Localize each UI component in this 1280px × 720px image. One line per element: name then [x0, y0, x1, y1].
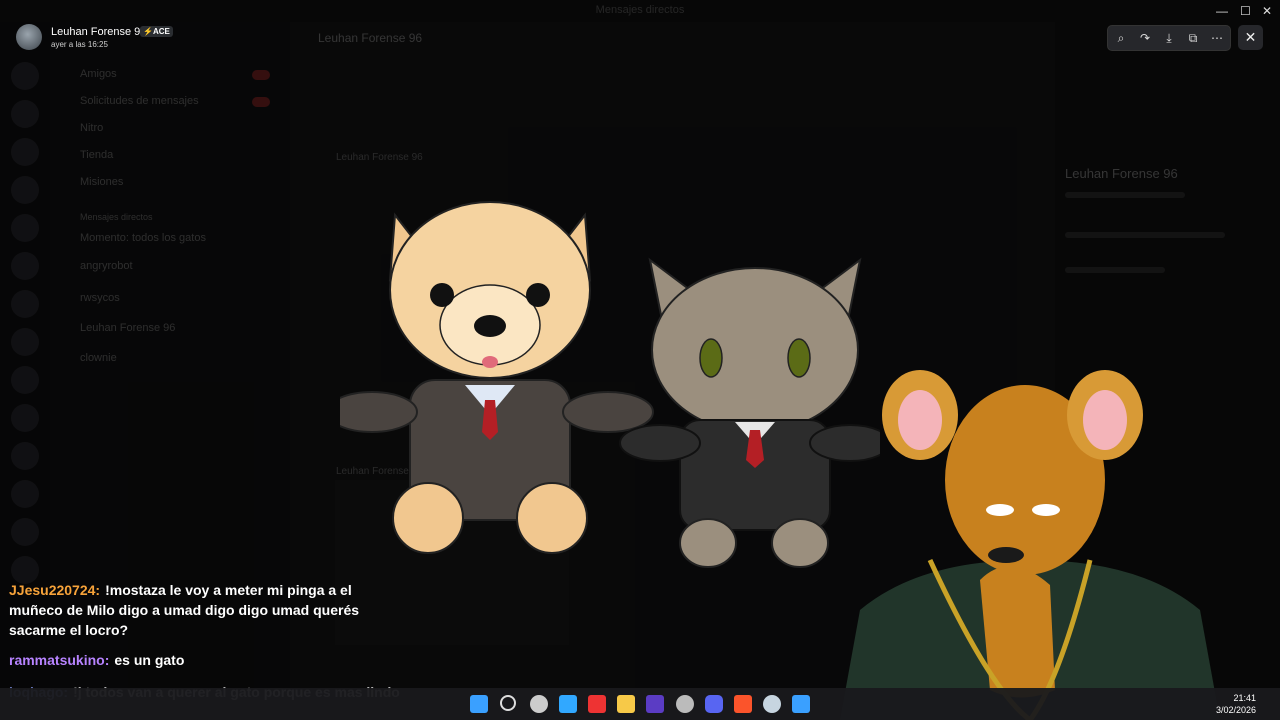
- server-icon[interactable]: [11, 518, 39, 546]
- notification-badge: [252, 70, 270, 80]
- taskbar-clock-time[interactable]: 21:41: [1233, 693, 1256, 703]
- channel-item[interactable]: Amigos: [80, 68, 117, 80]
- taskbar: [0, 688, 1280, 720]
- chat-username: JJesu220724:: [9, 582, 101, 598]
- avatar[interactable]: [16, 24, 42, 50]
- channel-item[interactable]: Solicitudes de mensajes: [80, 95, 199, 107]
- dm-section-header: Mensajes directos: [80, 212, 153, 222]
- server-icon[interactable]: [11, 214, 39, 242]
- background-window-title: Mensajes directos: [595, 4, 685, 16]
- stream-chat: JJesu220724: !mostaza le voy a meter mi p…: [0, 574, 410, 700]
- server-icon[interactable]: [11, 404, 39, 432]
- chat-message: JJesu220724: !mostaza le voy a meter mi p…: [9, 580, 409, 640]
- windows-start-icon[interactable]: [470, 695, 488, 713]
- dm-item[interactable]: clownie: [80, 352, 117, 364]
- window-close-icon[interactable]: ✕: [1262, 4, 1272, 18]
- viewer-timestamp: ayer a las 16:25: [51, 40, 108, 49]
- background-titlebar: Mensajes directos: [0, 0, 1280, 22]
- notification-badge: [252, 97, 270, 107]
- brave-icon[interactable]: [734, 695, 752, 713]
- download-icon[interactable]: ⤓: [1160, 29, 1178, 47]
- chat-text: es un gato: [114, 652, 185, 668]
- server-icon[interactable]: [11, 442, 39, 470]
- more-options-icon[interactable]: ⋯: [1208, 29, 1226, 47]
- image-toolbar: ⌕ ↷ ⤓ ⧉ ⋯: [1107, 25, 1231, 51]
- maximize-icon[interactable]: ☐: [1240, 4, 1251, 18]
- ace-badge: ⚡ACE: [140, 26, 173, 37]
- dm-item[interactable]: Momento: todos los gatos: [80, 232, 206, 244]
- server-icon[interactable]: [11, 176, 39, 204]
- chat-username: rammatsukino:: [9, 652, 110, 668]
- channel-item[interactable]: Misiones: [80, 176, 123, 188]
- channel-item[interactable]: Tienda: [80, 149, 113, 161]
- server-icon[interactable]: [11, 100, 39, 128]
- dm-item[interactable]: Leuhan Forense 96: [80, 322, 175, 334]
- close-viewer-button[interactable]: ✕: [1238, 25, 1263, 50]
- server-icon[interactable]: [11, 62, 39, 90]
- chat-message: rammatsukino: es un gato: [9, 650, 409, 670]
- dog-plush: [340, 201, 654, 554]
- server-icon[interactable]: [11, 328, 39, 356]
- media-app-icon[interactable]: [588, 695, 606, 713]
- dm-item[interactable]: angryrobot: [80, 260, 133, 272]
- search-icon[interactable]: [500, 695, 516, 711]
- open-external-icon[interactable]: ⧉: [1184, 29, 1202, 47]
- obs-icon[interactable]: [530, 695, 548, 713]
- vegas-icon[interactable]: [646, 695, 664, 713]
- viewer-username[interactable]: Leuhan Forense 96: [51, 26, 146, 38]
- server-icon[interactable]: [11, 252, 39, 280]
- server-icon[interactable]: [11, 138, 39, 166]
- server-icon[interactable]: [11, 290, 39, 318]
- photos-icon[interactable]: [792, 695, 810, 713]
- minimize-icon[interactable]: —: [1216, 4, 1228, 18]
- profile-name: Leuhan Forense 96: [1065, 166, 1178, 181]
- file-explorer-icon[interactable]: [617, 695, 635, 713]
- photoshop-icon[interactable]: [559, 695, 577, 713]
- dm-item[interactable]: rwsycos: [80, 292, 120, 304]
- forward-icon[interactable]: ↷: [1136, 29, 1154, 47]
- discord-icon[interactable]: [705, 695, 723, 713]
- profile-line: [1065, 232, 1225, 238]
- channel-item[interactable]: Nitro: [80, 122, 103, 134]
- clock-app-icon[interactable]: [676, 695, 694, 713]
- server-icon[interactable]: [11, 366, 39, 394]
- profile-line: [1065, 267, 1165, 273]
- plush-illustration: [340, 201, 880, 568]
- vtuber-avatar: [840, 370, 1220, 720]
- taskbar-clock-date[interactable]: 3/02/2026: [1216, 705, 1256, 715]
- server-icon[interactable]: [11, 480, 39, 508]
- zoom-icon[interactable]: ⌕: [1112, 29, 1130, 47]
- channel-header-title: Leuhan Forense 96: [318, 31, 423, 45]
- profile-line: [1065, 192, 1185, 198]
- steam-icon[interactable]: [763, 695, 781, 713]
